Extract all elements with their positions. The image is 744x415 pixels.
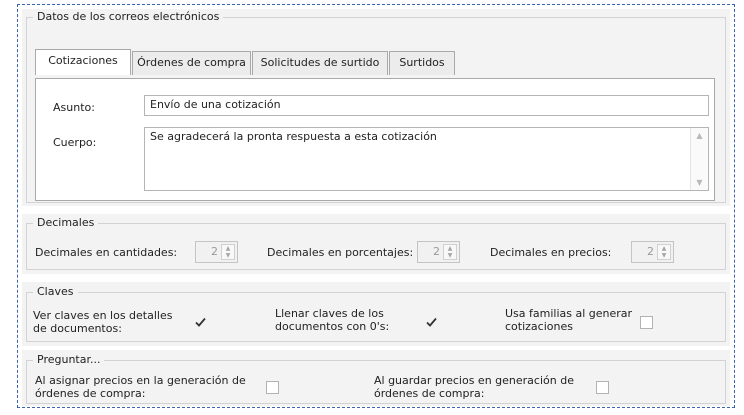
- decimals-group-title: Decimales: [33, 216, 99, 229]
- scroll-down-icon[interactable]: ▼: [691, 178, 708, 187]
- body-textarea[interactable]: Se agradecerá la pronta respuesta a esta…: [144, 127, 709, 191]
- spin-up-icon[interactable]: ▲: [444, 245, 456, 252]
- families-checkbox[interactable]: [640, 316, 653, 329]
- body-text: Se agradecerá la pronta respuesta a esta…: [150, 130, 437, 143]
- keys-panel: Claves Ver claves en los detalles de docu…: [22, 282, 730, 346]
- keys-group: Claves Ver claves en los detalles de docu…: [26, 285, 726, 342]
- email-group-title: Datos de los correos electrónicos: [33, 10, 224, 23]
- decimals-panel: Decimales Decimales en cantidades: 2 ▲ ▼ …: [22, 214, 730, 274]
- keys-group-title: Claves: [33, 285, 78, 298]
- quantities-value: 2: [211, 245, 218, 258]
- body-scrollbar[interactable]: ▲ ▼: [690, 128, 708, 190]
- tab-surtidos[interactable]: Surtidos: [389, 51, 455, 75]
- subject-label: Asunto:: [53, 101, 95, 114]
- spin-down-icon[interactable]: ▼: [444, 252, 456, 259]
- ask-panel: Preguntar... Al asignar precios en la ge…: [22, 350, 730, 406]
- assign-prices-label: Al asignar precios en la generación de ór…: [35, 374, 246, 400]
- tab-solicitudes-de-surtido[interactable]: Solicitudes de surtido: [252, 51, 388, 75]
- percentages-spinner[interactable]: 2 ▲ ▼: [417, 241, 460, 263]
- save-prices-checkbox[interactable]: [596, 381, 609, 394]
- spin-up-icon[interactable]: ▲: [658, 245, 670, 252]
- subject-input[interactable]: Envío de una cotización: [144, 95, 709, 116]
- scroll-up-icon[interactable]: ▲: [691, 131, 708, 140]
- spin-up-icon[interactable]: ▲: [222, 245, 234, 252]
- fill-keys-checkbox[interactable]: [425, 316, 438, 329]
- quantities-spinner[interactable]: 2 ▲ ▼: [195, 241, 238, 263]
- ask-group: Preguntar... Al asignar precios en la ge…: [26, 353, 726, 404]
- prices-value: 2: [647, 245, 654, 258]
- prices-spinner[interactable]: 2 ▲ ▼: [631, 241, 674, 263]
- quantities-label: Decimales en cantidades:: [35, 246, 178, 259]
- decimals-group: Decimales Decimales en cantidades: 2 ▲ ▼ …: [26, 216, 726, 270]
- prices-label: Decimales en precios:: [490, 246, 612, 259]
- ask-group-title: Preguntar...: [33, 353, 105, 366]
- body-label: Cuerpo:: [53, 136, 97, 149]
- email-settings-group: Datos de los correos electrónicos Cotiza…: [26, 10, 726, 203]
- spin-down-icon[interactable]: ▼: [658, 252, 670, 259]
- checkmark-icon: [426, 317, 437, 327]
- tab-ordenes-de-compra[interactable]: Órdenes de compra: [132, 51, 251, 75]
- spin-down-icon[interactable]: ▼: [222, 252, 234, 259]
- save-prices-label: Al guardar precios en generación de órden…: [374, 374, 574, 400]
- checkmark-icon: [195, 317, 206, 327]
- tab-cotizaciones[interactable]: Cotizaciones: [35, 49, 131, 75]
- show-keys-label: Ver claves en los detalles de documentos:: [33, 309, 173, 335]
- fill-keys-label: Llenar claves de los documentos con 0's:: [275, 307, 390, 333]
- email-tabs: Cotizaciones Órdenes de compra Solicitud…: [35, 49, 535, 79]
- assign-prices-checkbox[interactable]: [266, 381, 279, 394]
- percentages-value: 2: [433, 245, 440, 258]
- tab-page-cotizaciones: Asunto: Envío de una cotización Cuerpo: …: [35, 78, 715, 201]
- email-panel: Datos de los correos electrónicos Cotiza…: [22, 9, 730, 206]
- families-label: Usa familias al generar cotizaciones: [505, 307, 633, 333]
- show-keys-checkbox[interactable]: [194, 316, 207, 329]
- percentages-label: Decimales en porcentajes:: [267, 246, 414, 259]
